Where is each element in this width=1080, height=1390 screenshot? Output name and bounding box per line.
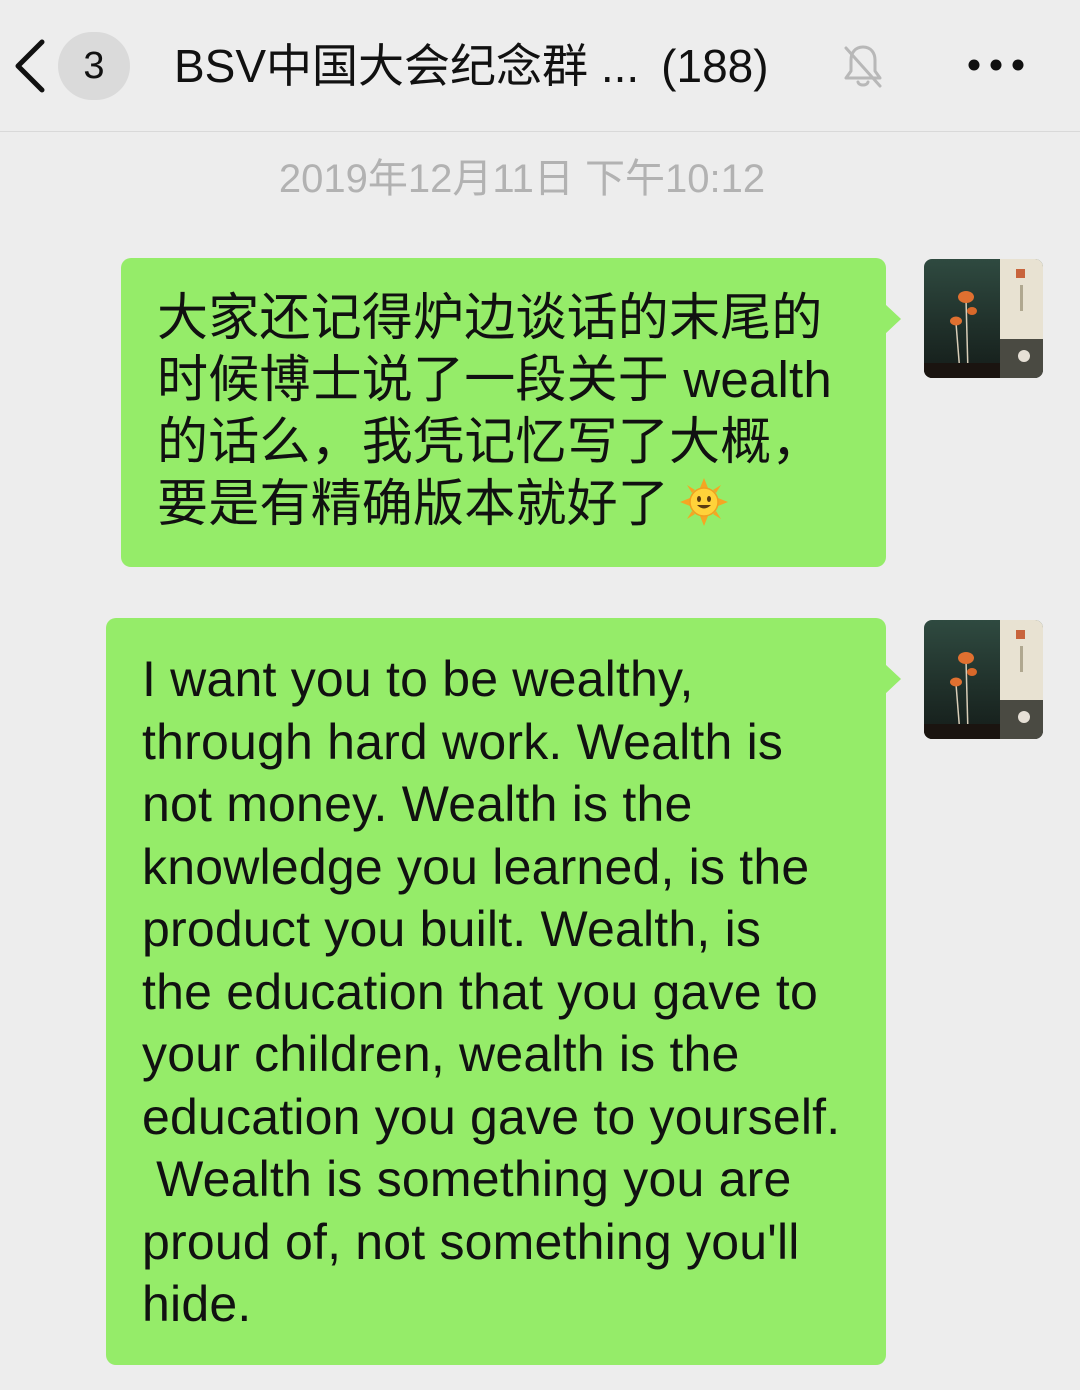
message-text: I want you to be wealthy, through hard w… [142, 651, 841, 1332]
avatar-mushroom-photo [924, 620, 1043, 739]
message-timestamp: 2019年12月11日 下午10:12 [278, 157, 766, 201]
ellipsis-icon [968, 59, 1024, 71]
chevron-left-icon [15, 39, 45, 93]
message-bubble[interactable]: 大家还记得炉边谈话的末尾的 时候博士说了一段关于 wealth 的话么，我凭记忆… [121, 258, 901, 567]
unread-count-badge[interactable]: 3 [58, 32, 130, 100]
message-text: 大家还记得炉边谈话的末尾的 时候博士说了一段关于 wealth 的话么，我凭记忆… [157, 289, 832, 532]
sun-face-emoji [680, 478, 729, 526]
group-name: BSV中国大会纪念群 ... [174, 40, 640, 92]
member-count: (188) [661, 40, 769, 92]
bubble-tail [885, 304, 901, 334]
avatar[interactable] [924, 620, 1043, 739]
chat-title[interactable]: BSV中国大会纪念群 ... (188) [174, 36, 769, 96]
more-options-button[interactable] [960, 50, 1032, 80]
chat-header: 3 BSV中国大会纪念群 ... (188) [0, 0, 1080, 132]
bubble-tail [885, 664, 901, 694]
back-button[interactable] [8, 28, 52, 104]
avatar-mushroom-photo [924, 259, 1043, 378]
avatar[interactable] [924, 259, 1043, 378]
message-bubble[interactable]: I want you to be wealthy, through hard w… [106, 618, 901, 1365]
bell-slash-icon [842, 42, 884, 90]
